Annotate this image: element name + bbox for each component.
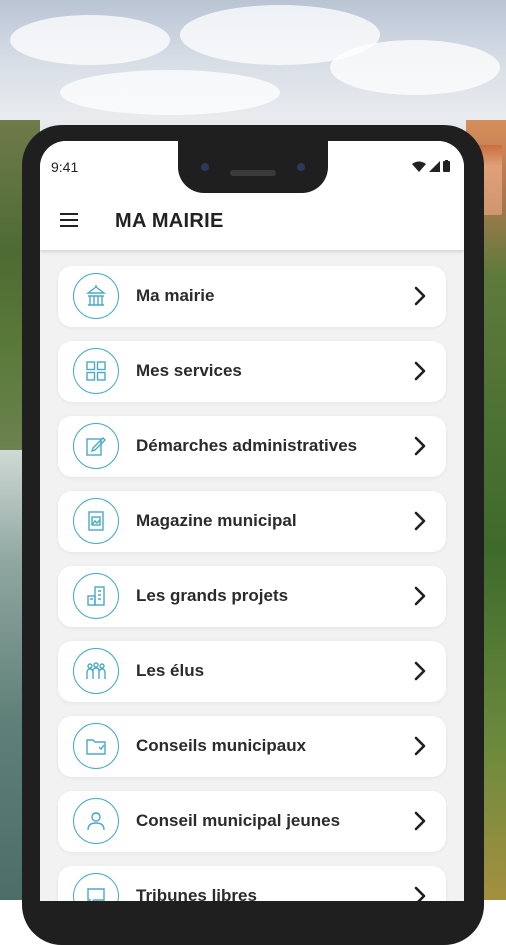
chevron-right-icon [414, 736, 426, 756]
earpiece-speaker [230, 170, 276, 176]
chevron-right-icon [414, 511, 426, 531]
menu-item-magazine-municipal[interactable]: Magazine municipal [58, 491, 446, 552]
speech-bubble-icon [73, 873, 119, 901]
menu-item-label: Les grands projets [136, 586, 289, 605]
chevron-right-icon [414, 586, 426, 606]
menu-item-mes-services[interactable]: Mes services [58, 341, 446, 402]
folder-icon [73, 723, 119, 769]
chevron-right-icon [414, 436, 426, 456]
front-sensor [297, 163, 305, 171]
grid-icon [73, 348, 119, 394]
chevron-right-icon [414, 286, 426, 306]
wifi-icon [412, 161, 426, 172]
chevron-right-icon [414, 361, 426, 381]
people-icon [73, 648, 119, 694]
cloud [10, 15, 170, 65]
hamburger-menu-icon[interactable] [60, 213, 78, 227]
magazine-icon [73, 498, 119, 544]
menu-item-conseil-municipal-jeunes[interactable]: Conseil municipal jeunes [58, 791, 446, 852]
page-title: MA MAIRIE [115, 210, 224, 232]
menu-item-label: Démarches administratives [136, 436, 358, 455]
front-camera [201, 163, 209, 171]
menu-item-tribunes-libres[interactable]: Tribunes libres [58, 866, 446, 901]
menu-item-label: Magazine municipal [136, 511, 297, 530]
battery-icon [443, 160, 450, 172]
phone-notch [178, 133, 328, 193]
chevron-right-icon [414, 886, 426, 901]
phone-screen: 9:41 MA MAIRIE Ma mairie Mes services Déma… [40, 141, 464, 901]
status-time: 9:41 [51, 159, 79, 175]
chevron-right-icon [414, 661, 426, 681]
cloud [60, 70, 280, 115]
edit-document-icon [73, 423, 119, 469]
signal-icon [429, 160, 440, 172]
cloud [330, 40, 500, 95]
menu-item-les-grands-projets[interactable]: Les grands projets [58, 566, 446, 627]
menu-item-label: Mes services [136, 361, 242, 380]
menu-item-label: Les élus [136, 661, 205, 680]
menu-list: Ma mairie Mes services Démarches administr… [58, 266, 446, 901]
menu-item-ma-mairie[interactable]: Ma mairie [58, 266, 446, 327]
city-hall-icon [73, 273, 119, 319]
menu-item-les-elus[interactable]: Les élus [58, 641, 446, 702]
menu-item-label: Tribunes libres [136, 886, 257, 901]
young-person-icon [73, 798, 119, 844]
menu-item-label: Conseils municipaux [136, 736, 307, 755]
menu-item-conseils-municipaux[interactable]: Conseils municipaux [58, 716, 446, 777]
menu-item-label: Ma mairie [136, 286, 215, 305]
menu-item-label: Conseil municipal jeunes [136, 811, 341, 830]
chevron-right-icon [414, 811, 426, 831]
system-icons [412, 160, 450, 172]
menu-item-demarches-administratives[interactable]: Démarches administratives [58, 416, 446, 477]
buildings-icon [73, 573, 119, 619]
